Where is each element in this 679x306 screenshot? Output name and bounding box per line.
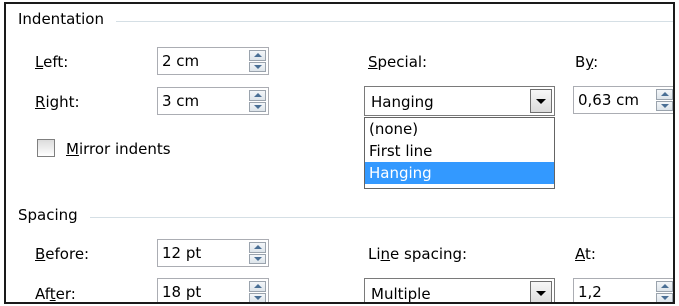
left-indent-down-button[interactable] [249, 61, 266, 72]
special-value: Hanging [371, 93, 434, 111]
special-option-first-line[interactable]: First line [365, 140, 554, 162]
paragraph-dialog: Indentation Left: 2 cm Right: 3 cm Mirro… [4, 2, 675, 304]
right-indent-spinner[interactable]: 3 cm [157, 87, 269, 115]
spacing-after-spinner[interactable]: 18 pt [157, 278, 269, 302]
left-indent-up-button[interactable] [249, 50, 266, 61]
spin-down-icon [253, 64, 262, 69]
spacing-after-value[interactable]: 18 pt [162, 283, 201, 301]
at-up-button[interactable] [656, 281, 673, 292]
by-value[interactable]: 0,63 cm [578, 91, 639, 109]
spin-down-icon [253, 104, 262, 109]
spin-up-icon [253, 245, 262, 250]
spacing-divider [90, 217, 673, 218]
line-spacing-combobox[interactable]: Multiple [364, 278, 555, 303]
dropdown-arrow-icon [536, 98, 546, 104]
spin-up-icon [660, 284, 669, 289]
left-indent-value[interactable]: 2 cm [162, 52, 199, 70]
special-dropdown-button[interactable] [530, 89, 552, 113]
left-indent-label: Left: [35, 53, 69, 71]
by-up-button[interactable] [656, 89, 673, 100]
mirror-indents-checkbox[interactable] [37, 139, 55, 157]
spin-up-icon [660, 92, 669, 97]
by-down-button[interactable] [656, 100, 673, 111]
right-indent-value[interactable]: 3 cm [162, 92, 199, 110]
special-option-hanging[interactable]: Hanging [365, 162, 554, 184]
by-label: By: [575, 53, 599, 71]
special-combobox[interactable]: Hanging [364, 86, 555, 116]
right-indent-label: Right: [35, 93, 80, 111]
spin-up-icon [253, 284, 262, 289]
at-label: At: [575, 245, 596, 263]
spacing-before-down-button[interactable] [249, 253, 266, 264]
spacing-after-up-button[interactable] [249, 281, 266, 292]
at-spinner[interactable]: 1,2 [573, 278, 673, 302]
special-option-none[interactable]: (none) [365, 118, 554, 140]
spin-up-icon [253, 53, 262, 58]
spacing-after-label: After: [35, 285, 76, 303]
line-spacing-dropdown-button[interactable] [530, 281, 552, 302]
at-down-button[interactable] [656, 292, 673, 302]
mirror-indents-label[interactable]: Mirror indents [66, 140, 171, 158]
at-value[interactable]: 1,2 [578, 283, 602, 301]
dropdown-arrow-icon [536, 290, 546, 296]
right-indent-down-button[interactable] [249, 101, 266, 112]
spacing-before-label: Before: [35, 245, 90, 263]
line-spacing-value: Multiple [371, 285, 431, 303]
special-label: Special: [368, 53, 428, 71]
by-spinner[interactable]: 0,63 cm [573, 86, 673, 114]
left-indent-spinner[interactable]: 2 cm [157, 47, 269, 75]
spacing-after-down-button[interactable] [249, 292, 266, 302]
spin-down-icon [253, 295, 262, 300]
spacing-before-spinner[interactable]: 12 pt [157, 239, 269, 267]
spin-down-icon [660, 295, 669, 300]
spacing-before-value[interactable]: 12 pt [162, 244, 201, 262]
line-spacing-label: Line spacing: [368, 245, 468, 263]
right-indent-up-button[interactable] [249, 90, 266, 101]
spacing-before-up-button[interactable] [249, 242, 266, 253]
indentation-group-title: Indentation [18, 10, 110, 28]
spin-down-icon [253, 256, 262, 261]
indentation-divider [116, 21, 673, 22]
spacing-group-title: Spacing [18, 206, 84, 224]
special-dropdown-list[interactable]: (none) First line Hanging [364, 117, 555, 189]
spin-up-icon [253, 93, 262, 98]
spin-down-icon [660, 103, 669, 108]
